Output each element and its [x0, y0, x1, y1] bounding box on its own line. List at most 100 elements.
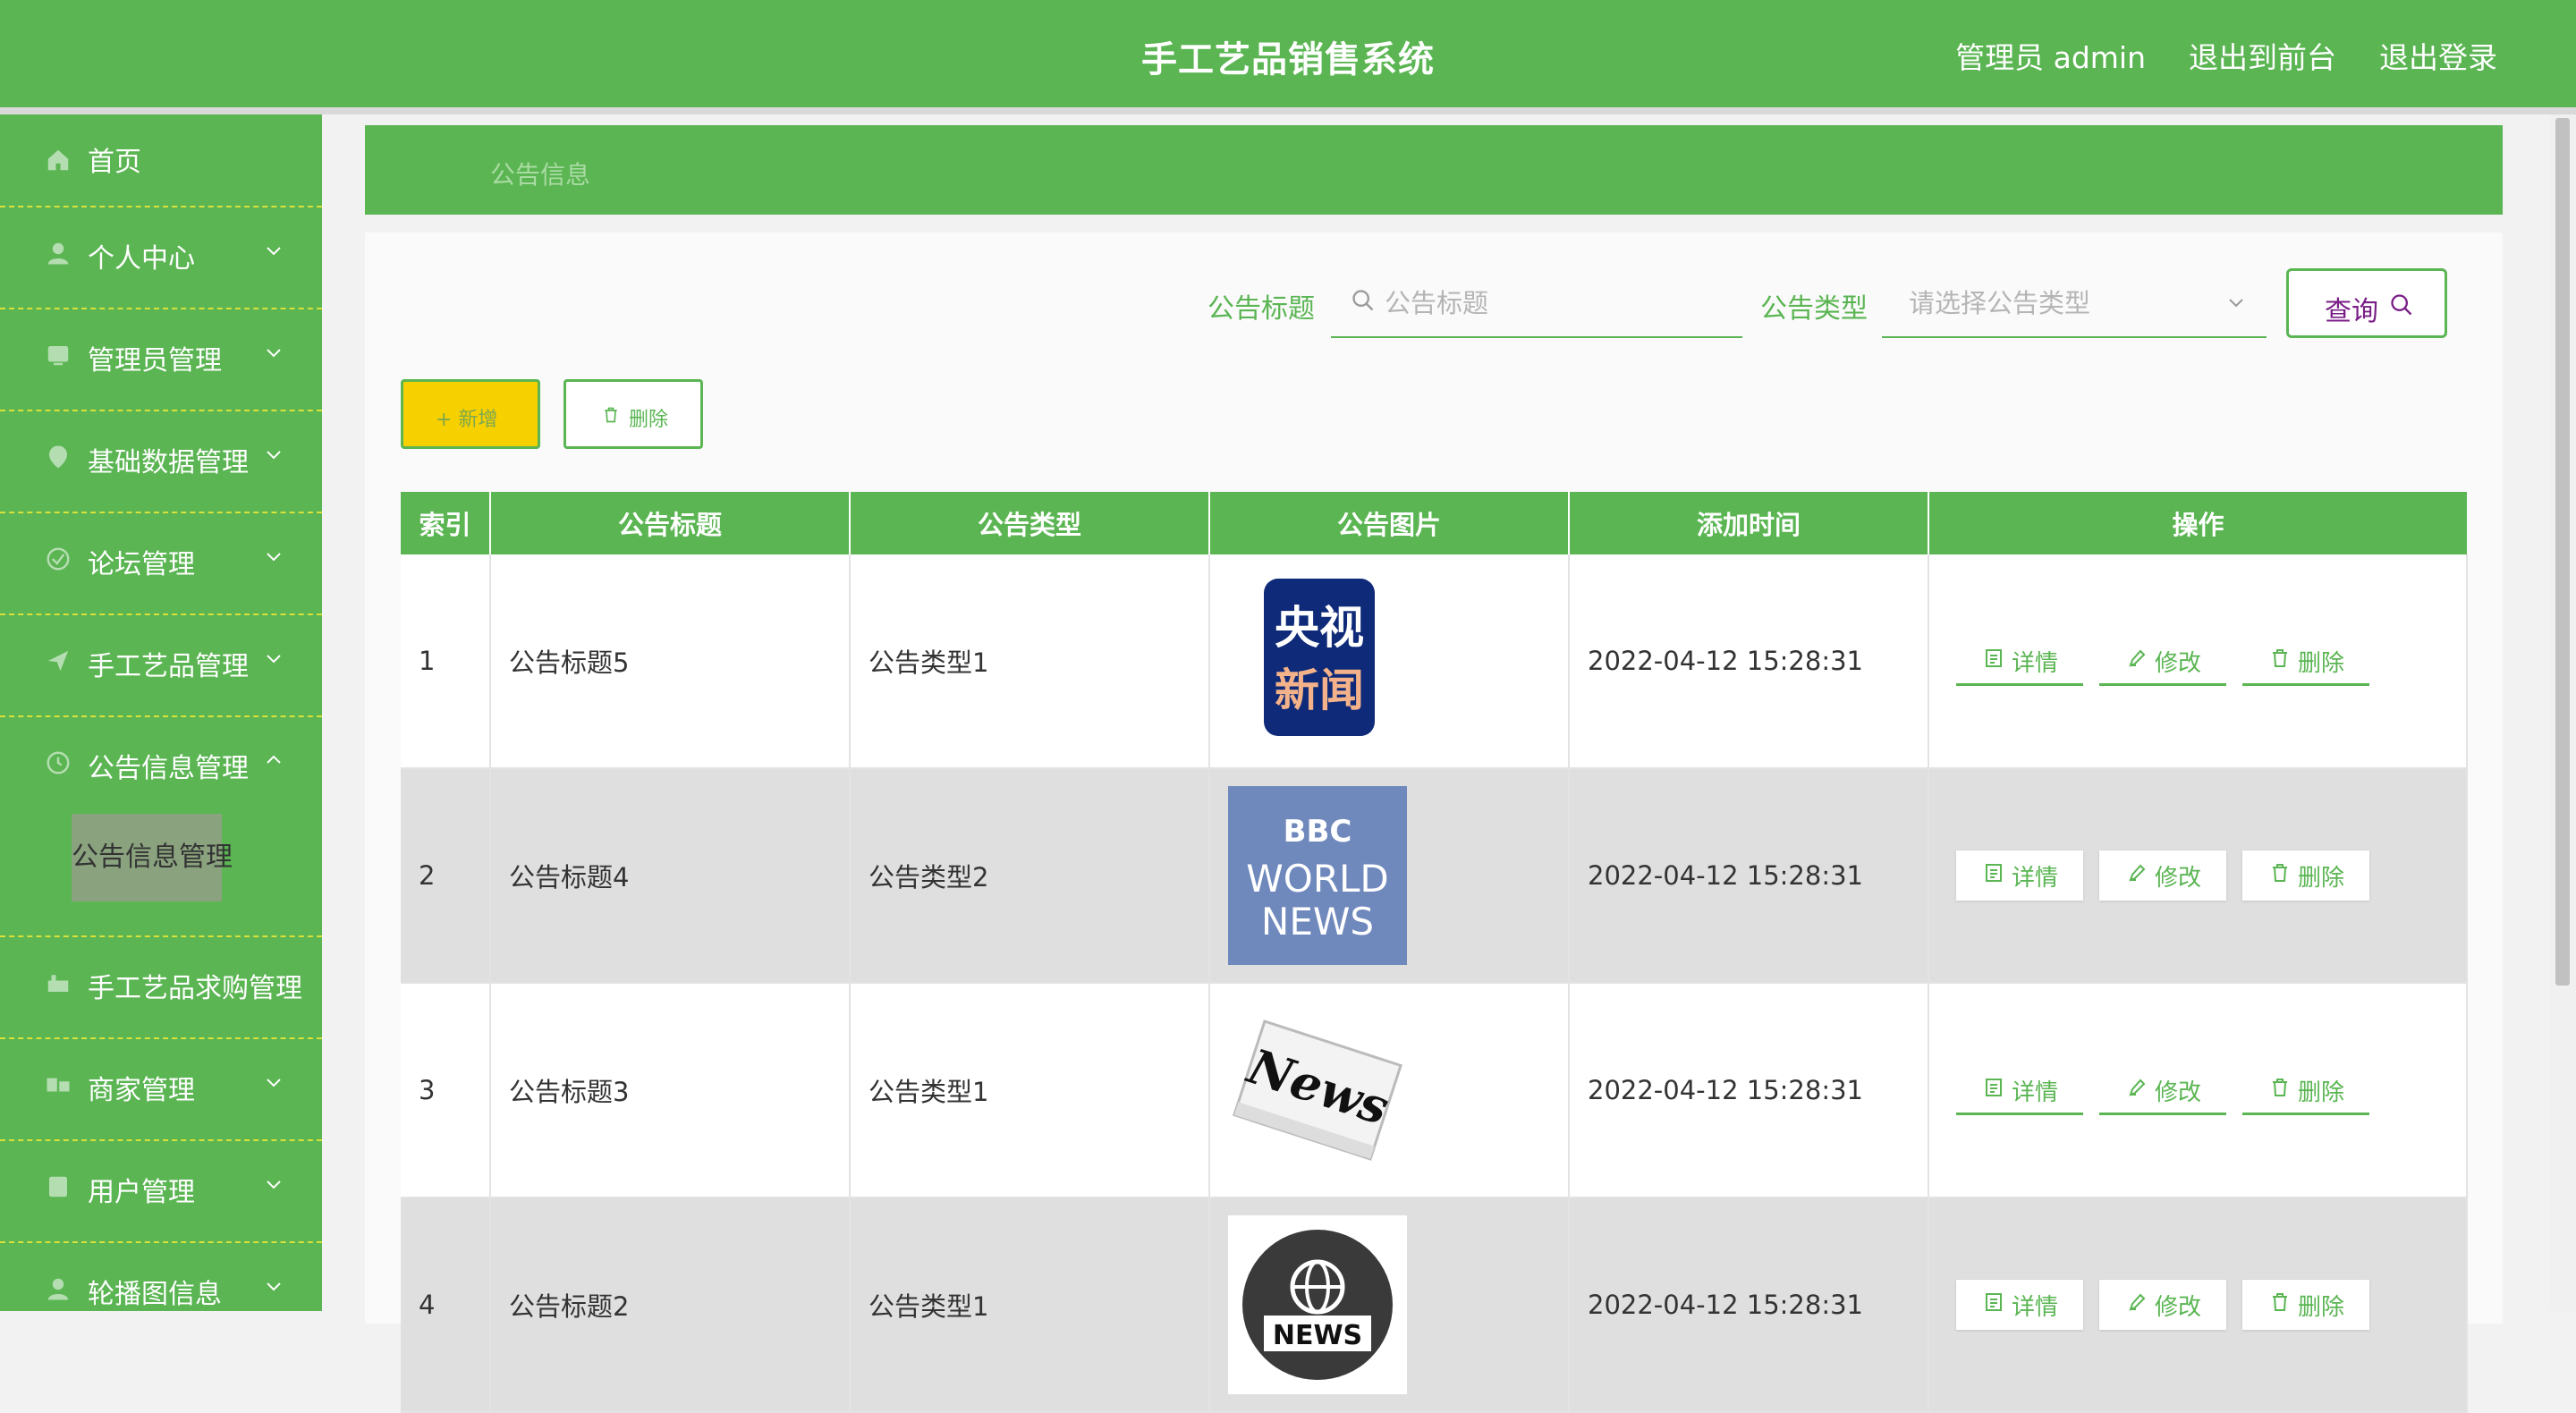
edit-button[interactable]: 修改 — [2099, 1065, 2226, 1115]
sidebar-item-base-data[interactable]: 基础数据管理 — [0, 411, 322, 513]
header-divider — [0, 107, 2576, 114]
cell-type: 公告类型1 — [850, 1197, 1210, 1413]
bbc-logo-line2: NEWS — [1261, 900, 1374, 943]
sidebar-item-label: 论坛管理 — [88, 549, 195, 580]
globe-logo-word: NEWS — [1273, 1320, 1362, 1351]
cell-actions: 详情 修改 删除 — [1928, 1197, 2468, 1413]
chevron-down-icon — [267, 247, 281, 256]
delete-button[interactable]: 删除 — [2242, 850, 2369, 901]
detail-button[interactable]: 详情 — [1956, 850, 2083, 901]
sidebar-item-personal-center[interactable]: 个人中心 — [0, 207, 322, 309]
cell-actions: 详情 修改 删除 — [1928, 554, 2468, 769]
cell-image: 央视 新闻 — [1209, 554, 1570, 769]
sidebar-subitem-label: 公告信息管理 — [72, 842, 233, 873]
add-button-label: + 新增 — [436, 409, 498, 431]
user-icon — [47, 242, 69, 265]
document-icon — [1986, 1079, 2002, 1096]
top-header: 手工艺品销售系统 管理员 admin 退出到前台 退出登录 — [0, 0, 2576, 107]
sidebar-item-home[interactable]: 首页 — [0, 114, 322, 207]
add-button[interactable]: + 新增 — [401, 379, 540, 449]
sidebar-item-label: 轮播图信息 — [88, 1279, 222, 1310]
users-icon — [49, 1176, 67, 1197]
newspaper-news[interactable]: News — [1228, 1001, 1407, 1180]
pencil-icon — [2129, 1079, 2146, 1096]
detail-button[interactable]: 详情 — [1956, 1280, 2083, 1330]
cctv-news-logo[interactable]: 央视 新闻 — [1228, 571, 1407, 750]
sidebar-item-craft-management[interactable]: 手工艺品管理 — [0, 615, 322, 717]
edit-label: 修改 — [2155, 865, 2202, 892]
craft-icon — [47, 650, 69, 672]
search-type-select[interactable]: 请选择公告类型 — [1882, 265, 2267, 338]
query-button[interactable]: 查询 — [2286, 268, 2447, 338]
detail-button[interactable]: 详情 — [1956, 1065, 2083, 1115]
sidebar-item-merchant-management[interactable]: 商家管理 — [0, 1039, 322, 1141]
query-button-label: 查询 — [2325, 296, 2378, 327]
chevron-down-icon — [267, 1282, 281, 1291]
batch-delete-label: 删除 — [629, 409, 669, 431]
delete-label: 删除 — [2298, 1079, 2345, 1106]
bbc-world-news-logo[interactable]: BBC WORLD NEWS — [1228, 786, 1407, 965]
cell-title: 公告标题3 — [490, 983, 851, 1198]
cell-index: 3 — [401, 983, 491, 1198]
cell-actions: 详情 修改 删除 — [1928, 983, 2468, 1198]
news-globe-icon[interactable]: NEWS — [1228, 1215, 1407, 1394]
exit-to-front-link[interactable]: 退出到前台 — [2189, 34, 2336, 77]
search-title-placeholder: 公告标题 — [1385, 288, 1489, 318]
logout-link[interactable]: 退出登录 — [2379, 34, 2497, 77]
document-icon — [1986, 864, 2002, 882]
edit-label: 修改 — [2155, 1294, 2202, 1321]
sidebar-item-forum[interactable]: 论坛管理 — [0, 513, 322, 615]
delete-button[interactable]: 删除 — [2242, 1280, 2369, 1330]
purchase-icon — [47, 975, 69, 992]
notice-icon — [47, 751, 70, 774]
detail-label: 详情 — [2012, 865, 2059, 892]
chevron-down-icon — [2229, 299, 2243, 308]
edit-button[interactable]: 修改 — [2099, 1280, 2226, 1330]
sidebar-item-admin-management[interactable]: 管理员管理 — [0, 309, 322, 411]
cell-title: 公告标题4 — [490, 768, 851, 984]
cell-image: BBC WORLD NEWS — [1209, 768, 1570, 984]
sidebar-item-user-management[interactable]: 用户管理 — [0, 1141, 322, 1243]
search-type-placeholder: 请选择公告类型 — [1909, 288, 2091, 318]
delete-button[interactable]: 删除 — [2242, 636, 2369, 686]
trash-icon — [2273, 649, 2287, 667]
cell-type: 公告类型1 — [850, 554, 1210, 769]
column-header-title: 公告标题 — [490, 492, 851, 554]
scrollbar-thumb[interactable] — [2555, 118, 2570, 986]
edit-button[interactable]: 修改 — [2099, 850, 2226, 901]
pencil-icon — [2129, 1293, 2146, 1311]
cell-image: NEWS — [1209, 1197, 1570, 1413]
bbc-logo-brand: BBC — [1284, 814, 1352, 850]
trash-icon — [2273, 864, 2287, 882]
batch-delete-button[interactable]: 删除 — [564, 379, 703, 449]
cell-index: 1 — [401, 554, 491, 769]
cell-title: 公告标题5 — [490, 554, 851, 769]
search-type-label: 公告类型 — [1760, 293, 1868, 325]
table-row: 4 公告标题2 公告类型1 NEWS 2022-04-12 15:28:31 详… — [401, 1197, 2468, 1413]
detail-button[interactable]: 详情 — [1956, 636, 2083, 686]
detail-label: 详情 — [2012, 650, 2059, 677]
cell-time: 2022-04-12 15:28:31 — [1569, 768, 1929, 984]
table-header-row: 索引 公告标题 公告类型 公告图片 添加时间 操作 — [401, 492, 2467, 554]
sidebar-subitem-notice-info[interactable]: 公告信息管理 — [72, 814, 233, 901]
sidebar-item-notice-management[interactable]: 公告信息管理 公告信息管理 — [0, 717, 322, 937]
edit-button[interactable]: 修改 — [2099, 636, 2226, 686]
sidebar-item-craft-purchase[interactable]: 手工艺品求购管理 — [0, 937, 322, 1039]
breadcrumb-current: 公告信息 — [490, 160, 591, 190]
detail-label: 详情 — [2012, 1079, 2059, 1106]
sidebar-item-carousel[interactable]: 轮播图信息 — [0, 1243, 322, 1311]
cell-index: 2 — [401, 768, 491, 984]
current-user[interactable]: 管理员 admin — [1955, 34, 2146, 77]
admin-icon — [47, 346, 69, 366]
cctv-logo-line1: 央视 — [1275, 602, 1364, 654]
search-title-input[interactable]: 公告标题 — [1331, 265, 1742, 338]
merchant-icon — [47, 1078, 70, 1092]
cell-title: 公告标题2 — [490, 1197, 851, 1413]
forum-icon — [47, 547, 70, 571]
delete-button[interactable]: 删除 — [2242, 1065, 2369, 1115]
vertical-scrollbar[interactable] — [2549, 114, 2576, 1311]
notice-table: 索引 公告标题 公告类型 公告图片 添加时间 操作 1 公告标题5 公告类型1 … — [401, 492, 2468, 1413]
cell-actions: 详情 修改 删除 — [1928, 768, 2468, 984]
column-header-image: 公告图片 — [1209, 492, 1570, 554]
sidebar-item-label: 手工艺品管理 — [88, 651, 249, 682]
